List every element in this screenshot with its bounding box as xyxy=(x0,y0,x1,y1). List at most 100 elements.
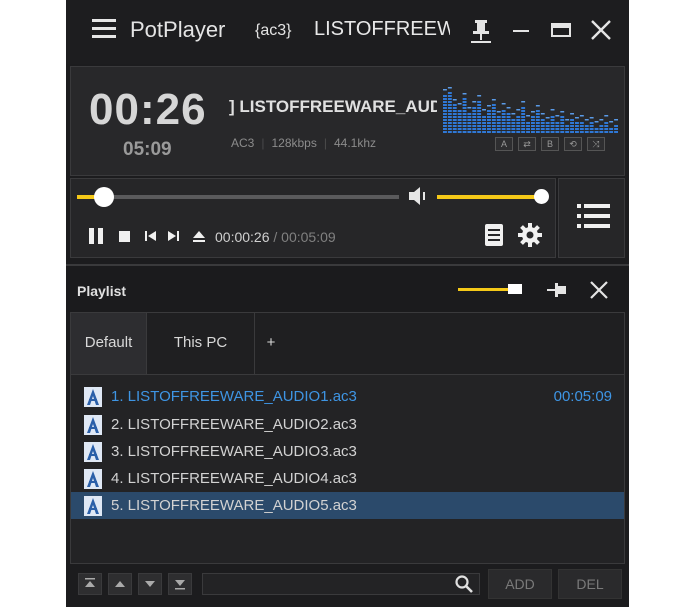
spectrum-bar-segment xyxy=(447,101,452,103)
spectrum-bar-segment xyxy=(516,116,521,118)
chapter-list-icon[interactable] xyxy=(481,222,507,248)
pin-icon[interactable] xyxy=(466,14,496,46)
a-button[interactable]: A xyxy=(495,137,513,151)
seek-bar[interactable] xyxy=(77,187,399,207)
time-readout: 00:00:26 / 00:05:09 xyxy=(215,229,336,245)
spectrum-bar-segment xyxy=(452,119,457,121)
spectrum-bar-segment xyxy=(447,125,452,127)
close-icon[interactable] xyxy=(586,277,612,303)
spectrum-bar-segment xyxy=(531,116,535,118)
move-to-top-icon[interactable] xyxy=(78,573,102,595)
list-item[interactable]: 3. LISTOFFREEWARE_AUDIO3.ac3 xyxy=(71,438,624,465)
spectrum-bar-segment xyxy=(516,131,521,133)
spectrum-bar-segment xyxy=(560,125,565,127)
spectrum-bar-segment xyxy=(443,110,447,112)
delete-button[interactable]: DEL xyxy=(558,569,622,599)
spectrum-bar-segment xyxy=(521,107,526,109)
title-bar[interactable]: PotPlayer {ac3} LISTOFFREEWARE_AUDIO5 xyxy=(66,0,629,64)
shuffle-button[interactable]: ⤨ xyxy=(587,137,605,151)
tab-this-pc[interactable]: This PC xyxy=(147,313,255,374)
list-item[interactable]: 5. LISTOFFREEWARE_AUDIO5.ac3 xyxy=(71,492,624,519)
spectrum-bar-segment xyxy=(491,125,496,127)
settings-icon[interactable] xyxy=(517,222,543,248)
move-to-bottom-icon[interactable] xyxy=(168,573,192,595)
next-icon[interactable] xyxy=(165,227,183,245)
b-button[interactable]: B xyxy=(541,137,559,151)
spectrum-bar-segment xyxy=(496,125,501,127)
spectrum-bar-segment xyxy=(501,128,506,130)
spectrum-bar-segment xyxy=(535,131,540,133)
spectrum-bar-segment xyxy=(565,125,570,127)
spectrum-bar-segment xyxy=(467,122,472,124)
seek-knob[interactable] xyxy=(94,187,115,207)
move-up-icon[interactable] xyxy=(108,573,132,595)
playlist-opacity-knob[interactable] xyxy=(508,284,522,294)
spectrum-bar-segment xyxy=(457,113,462,115)
spectrum-bar-segment xyxy=(457,128,462,130)
search-icon[interactable] xyxy=(454,574,474,594)
spectrum-peak xyxy=(599,119,604,121)
spectrum-bar-segment xyxy=(443,122,447,124)
maximize-icon[interactable] xyxy=(546,14,576,46)
spectrum-peak xyxy=(555,115,560,117)
volume-slider[interactable] xyxy=(437,189,549,204)
spectrum-bar-segment xyxy=(457,122,462,124)
spectrum-bar-segment xyxy=(462,116,467,118)
audio-toggle-buttons: A ⇄ B ⟲ ⤨ xyxy=(495,137,610,155)
spectrum-visualizer[interactable] xyxy=(443,87,619,133)
add-button[interactable]: ADD xyxy=(488,569,552,599)
tab-default[interactable]: Default xyxy=(71,313,147,374)
search-input[interactable] xyxy=(202,573,480,595)
repeat-button[interactable]: ⟲ xyxy=(564,137,582,151)
list-item[interactable]: 1. LISTOFFREEWARE_AUDIO1.ac3 00:05:09 xyxy=(71,383,624,410)
spectrum-bar-segment xyxy=(521,110,526,112)
spectrum-peak xyxy=(457,103,462,105)
volume-icon[interactable] xyxy=(406,183,432,209)
spectrum-bar-segment xyxy=(457,116,462,118)
spectrum-peak xyxy=(496,111,501,113)
spectrum-peak xyxy=(506,107,511,109)
spectrum-bar-segment xyxy=(491,104,496,106)
list-item[interactable]: 4. LISTOFFREEWARE_AUDIO4.ac3 xyxy=(71,465,624,492)
previous-icon[interactable] xyxy=(141,227,159,245)
elapsed-time-display[interactable]: 00:26 xyxy=(89,85,207,135)
spectrum-bar-segment xyxy=(447,122,452,124)
samplerate-label: 44.1khz xyxy=(333,136,376,150)
spectrum-peak xyxy=(487,105,491,107)
spectrum-bar-segment xyxy=(545,122,550,124)
swap-button[interactable]: ⇄ xyxy=(518,137,536,151)
spectrum-bar-segment xyxy=(491,116,496,118)
spectrum-bar-segment xyxy=(516,125,521,127)
list-item[interactable]: 2. LISTOFFREEWARE_AUDIO2.ac3 xyxy=(71,411,624,438)
pin-icon[interactable] xyxy=(544,277,570,303)
move-down-icon[interactable] xyxy=(138,573,162,595)
menu-icon[interactable] xyxy=(92,18,118,40)
spectrum-bar-segment xyxy=(443,131,447,133)
spectrum-bar-segment xyxy=(589,128,594,130)
spectrum-bar-segment xyxy=(447,128,452,130)
volume-knob[interactable] xyxy=(534,189,549,204)
spectrum-bar-segment xyxy=(560,122,565,124)
minimize-icon[interactable] xyxy=(506,14,536,46)
spectrum-bar-segment xyxy=(501,122,506,124)
spectrum-bar-segment xyxy=(482,131,486,133)
tab-add[interactable]: + xyxy=(255,313,287,374)
audio-file-icon xyxy=(84,496,102,516)
spectrum-bar-segment xyxy=(614,131,618,133)
spectrum-bar-segment xyxy=(560,128,565,130)
pause-icon[interactable] xyxy=(87,227,105,245)
audio-file-icon xyxy=(84,387,102,407)
spectrum-bar-segment xyxy=(477,119,482,121)
spectrum-bar-segment xyxy=(447,104,452,106)
close-icon[interactable] xyxy=(586,14,616,46)
spectrum-bar-segment xyxy=(555,128,560,130)
spectrum-bar-segment xyxy=(535,122,540,124)
spectrum-bar-segment xyxy=(531,125,535,127)
spectrum-bar-segment xyxy=(452,104,457,106)
stop-icon[interactable] xyxy=(115,227,133,245)
spectrum-bar-segment xyxy=(526,131,530,133)
eject-icon[interactable] xyxy=(190,227,208,245)
spectrum-peak xyxy=(501,103,506,105)
playlist-toggle-button[interactable] xyxy=(558,178,625,258)
spectrum-bar-segment xyxy=(535,113,540,115)
